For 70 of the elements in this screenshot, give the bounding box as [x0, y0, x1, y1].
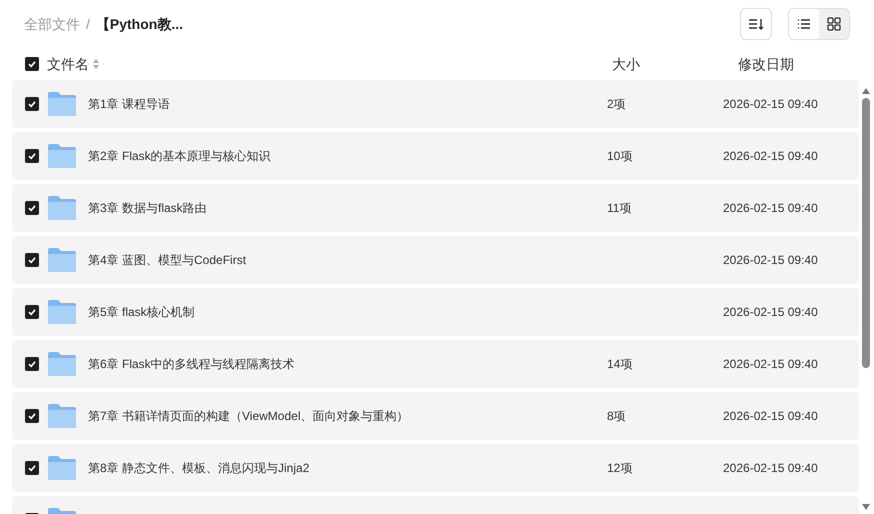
- checkmark-icon: [27, 151, 37, 161]
- file-name[interactable]: 第5章 flask核心机制: [88, 303, 195, 321]
- checkmark-icon: [27, 307, 37, 317]
- grid-icon: [827, 17, 841, 31]
- modified-date: 2026-02-15 09:40: [723, 305, 818, 319]
- folder-icon: [47, 403, 77, 429]
- checkbox[interactable]: [25, 97, 39, 111]
- checkbox[interactable]: [25, 461, 39, 475]
- scrollbar-thumb[interactable]: [862, 98, 870, 368]
- scroll-down-icon[interactable]: [862, 504, 870, 510]
- checkmark-icon: [27, 99, 37, 109]
- folder-icon: [47, 351, 77, 377]
- modified-date: 2026-02-15 09:40: [723, 149, 818, 163]
- file-name[interactable]: 第2章 Flask的基本原理与核心知识: [88, 147, 271, 165]
- modified-date: 2026-02-15 09:40: [723, 97, 818, 111]
- file-row[interactable]: 第8章 静态文件、模板、消息闪现与Jinja2 12项 2026-02-15 09:40: [12, 444, 859, 492]
- checkbox[interactable]: [25, 253, 39, 267]
- folder-icon: [47, 299, 77, 325]
- checkbox[interactable]: [25, 305, 39, 319]
- checkmark-icon: [27, 359, 37, 369]
- grid-view-button[interactable]: [819, 9, 849, 39]
- modified-date: 2026-02-15 09:40: [723, 461, 818, 475]
- column-header: 修改日期: [738, 54, 795, 74]
- modified-date: 2026-02-15 09:40: [723, 201, 818, 215]
- file-row[interactable]: 第4章 蓝图、模型与CodeFirst 2026-02-15 09:40: [12, 236, 859, 284]
- checkbox[interactable]: [25, 149, 39, 163]
- file-row[interactable]: 第5章 flask核心机制 2026-02-15 09:40: [12, 288, 859, 336]
- sort-icon: [93, 59, 99, 69]
- folder-icon: [47, 247, 77, 273]
- checkmark-icon: [27, 203, 37, 213]
- file-size: 8项: [607, 409, 626, 423]
- folder-icon: [47, 455, 77, 481]
- file-size: 10项: [607, 149, 632, 163]
- file-name[interactable]: 第1章 课程导语: [88, 95, 170, 113]
- checkbox[interactable]: [25, 357, 39, 371]
- file-row[interactable]: 第3章 数据与flask路由 11项 2026-02-15 09:40: [12, 184, 859, 232]
- checkmark-icon: [27, 255, 37, 265]
- file-name[interactable]: 第4章 蓝图、模型与CodeFirst: [88, 251, 246, 269]
- file-name[interactable]: 第3章 数据与flask路由: [88, 199, 207, 217]
- checkbox[interactable]: [25, 57, 39, 71]
- file-size: 2项: [607, 97, 626, 111]
- file-row[interactable]: 第2章 Flask的基本原理与核心知识 10项 2026-02-15 09:40: [12, 132, 859, 180]
- checkmark-icon: [27, 411, 37, 421]
- folder-icon: [47, 195, 77, 221]
- file-row[interactable]: 第7章 书籍详情页面的构建（ViewModel、面向对象与重构） 8项 2026-02-15 09:40: [12, 392, 859, 440]
- file-name[interactable]: 第7章 书籍详情页面的构建（ViewModel、面向对象与重构）: [88, 407, 408, 425]
- file-row[interactable]: 第1章 课程导语 2项 2026-02-15 09:40: [12, 80, 859, 128]
- checkbox[interactable]: [25, 201, 39, 215]
- modified-date: 2026-02-15 09:40: [723, 409, 818, 423]
- modified-date: 2026-02-15 09:40: [723, 357, 818, 371]
- file-name[interactable]: 第8章 静态文件、模板、消息闪现与Jinja2: [88, 459, 310, 477]
- folder-icon: [47, 143, 77, 169]
- list-icon: [797, 18, 811, 30]
- folder-icon: [47, 91, 77, 117]
- file-size: 12项: [607, 461, 632, 475]
- breadcrumb-item[interactable]: 【Python教...: [96, 14, 184, 34]
- breadcrumb-separator: /: [86, 14, 90, 34]
- sort-lines-icon: [748, 17, 764, 31]
- scroll-up-icon[interactable]: [862, 88, 870, 94]
- file-row[interactable]: 第6章 Flask中的多线程与线程隔离技术 14项 2026-02-15 09:40: [12, 340, 859, 388]
- checkmark-icon: [27, 59, 37, 69]
- checkbox[interactable]: [25, 409, 39, 423]
- column-header[interactable]: 文件名: [47, 54, 89, 74]
- file-size: 11项: [607, 201, 632, 215]
- checkmark-icon: [27, 463, 37, 473]
- sort-button[interactable]: [740, 8, 772, 40]
- file-size: 14项: [607, 357, 632, 371]
- file-name[interactable]: 第6章 Flask中的多线程与线程隔离技术: [88, 355, 295, 373]
- modified-date: 2026-02-15 09:40: [723, 253, 818, 267]
- column-header: 大小: [612, 54, 641, 74]
